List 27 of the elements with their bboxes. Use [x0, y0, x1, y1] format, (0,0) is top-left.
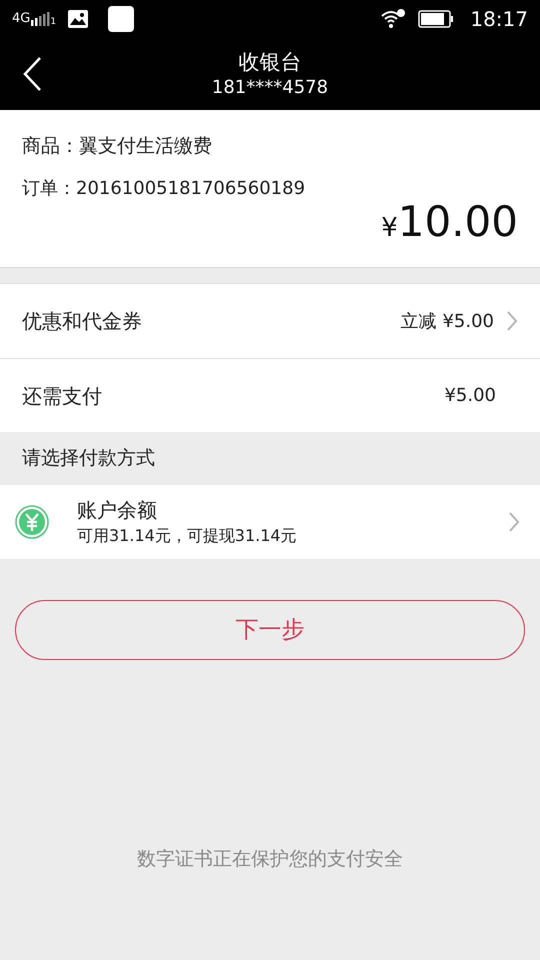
back-icon [22, 56, 42, 92]
method-name: 账户余额 [77, 497, 158, 524]
chevron-right-icon [508, 511, 520, 533]
notification-icon [108, 6, 134, 32]
section-title: 请选择付款方式 [22, 446, 155, 472]
row-label: 优惠和代金券 [22, 308, 143, 335]
yen-coin-icon [15, 505, 49, 539]
sim-label: 1 [50, 16, 56, 30]
signal-icon [30, 11, 50, 27]
payment-method-row[interactable]: 账户余额 可用31.14元，可提现31.14元 [0, 485, 540, 559]
network-label: 4G [12, 10, 30, 28]
row-label: 还需支付 [22, 382, 103, 410]
row-value: 立减 ¥5.00 [400, 310, 494, 334]
phone-number: 181****4578 [212, 76, 328, 100]
next-button[interactable]: 下一步 [15, 600, 525, 660]
clock: 18:17 [470, 6, 528, 33]
product-name: 商品：翼支付生活缴费 [22, 134, 213, 159]
row-value: ¥5.00 [444, 384, 496, 408]
image-icon [68, 10, 88, 28]
wifi-icon [380, 9, 406, 29]
method-balance: 可用31.14元，可提现31.14元 [77, 525, 298, 547]
summary-row[interactable]: 优惠和代金券 立减 ¥5.00 [0, 284, 540, 358]
security-note: 数字证书正在保护您的支付安全 [137, 847, 403, 872]
order-number: 订单：20161005181706560189 [22, 176, 306, 200]
order-amount: ¥10.00 [381, 198, 518, 248]
page-title: 收银台 [238, 49, 302, 76]
battery-icon [418, 10, 454, 28]
